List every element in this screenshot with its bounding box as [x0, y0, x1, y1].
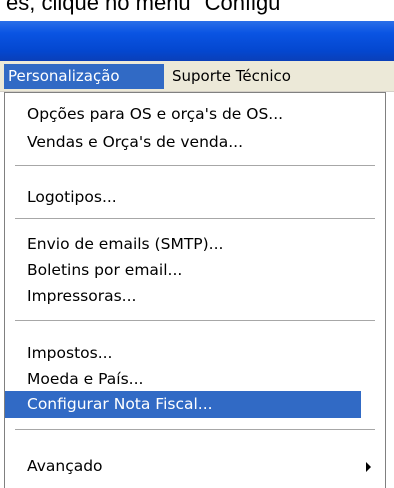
- window-titlebar[interactable]: [0, 21, 394, 61]
- menu-item-avancado[interactable]: Avançado: [27, 453, 385, 480]
- menu-separator: [15, 165, 375, 167]
- menu-item-vendas[interactable]: Vendas e Orça's de venda...: [27, 129, 385, 156]
- menu-item-boletins-email[interactable]: Boletins por email...: [27, 257, 385, 284]
- menu-separator: [15, 429, 375, 431]
- menu-separator: [15, 218, 375, 220]
- document-text-fragment: es, clique no menu "Configu: [6, 0, 281, 15]
- menu-item-envio-emails[interactable]: Envio de emails (SMTP)...: [27, 231, 385, 258]
- menu-suporte-tecnico[interactable]: Suporte Técnico: [168, 64, 295, 89]
- menu-personalizacao[interactable]: Personalização: [4, 64, 164, 89]
- personalizacao-dropdown-menu: Opções para OS e orça's de OS... Vendas …: [4, 92, 386, 488]
- menu-item-avancado-label: Avançado: [27, 457, 103, 475]
- menu-bar: Personalização Suporte Técnico: [0, 61, 394, 92]
- menu-item-logotipos[interactable]: Logotipos...: [27, 184, 385, 211]
- menu-item-moeda-pais[interactable]: Moeda e País...: [27, 366, 385, 393]
- menu-separator: [15, 320, 375, 322]
- menu-item-impressoras[interactable]: Impressoras...: [27, 283, 385, 310]
- menu-item-impostos[interactable]: Impostos...: [27, 340, 385, 367]
- submenu-arrow-icon: [366, 462, 371, 472]
- menu-item-opcoes-os[interactable]: Opções para OS e orça's de OS...: [27, 101, 385, 128]
- menu-item-configurar-nota-fiscal[interactable]: Configurar Nota Fiscal...: [5, 391, 361, 418]
